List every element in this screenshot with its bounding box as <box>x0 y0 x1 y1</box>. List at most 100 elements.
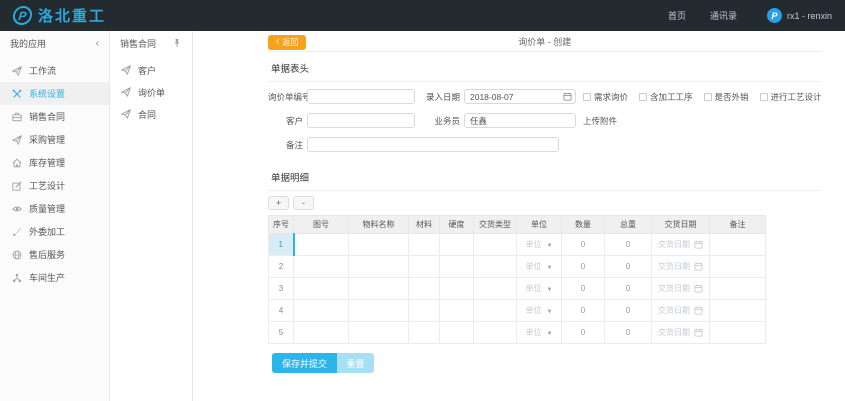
cell-quantity[interactable]: 0 <box>562 278 605 300</box>
save-submit-button[interactable]: 保存并提交 <box>272 353 337 373</box>
cell-material-name[interactable] <box>349 278 409 300</box>
cell-material-name[interactable] <box>349 322 409 344</box>
topnav-contacts[interactable]: 通讯录 <box>710 9 737 22</box>
cell-remark[interactable] <box>710 322 766 344</box>
upload-attachment-link[interactable]: 上传附件 <box>583 115 617 127</box>
cell-drawing-no[interactable] <box>294 300 349 322</box>
submenu-item-customer[interactable]: 客户 <box>110 59 192 81</box>
column-header: 单位 <box>517 216 562 234</box>
cell-material[interactable] <box>409 300 440 322</box>
checkbox-box[interactable] <box>639 93 647 101</box>
calendar-icon <box>694 306 703 315</box>
submenu-item-inquiry[interactable]: 询价单 <box>110 81 192 103</box>
sidebar-item-workflow[interactable]: 工作流 <box>0 59 109 82</box>
cell-material[interactable] <box>409 278 440 300</box>
unit-select[interactable]: 单位▼ <box>517 256 562 278</box>
unit-select[interactable]: 单位▼ <box>517 300 562 322</box>
row-seq: 1 <box>269 234 294 256</box>
cell-remark[interactable] <box>710 234 766 256</box>
nodes-icon <box>12 273 22 283</box>
column-header: 总重 <box>605 216 652 234</box>
cell-remark[interactable] <box>710 278 766 300</box>
sidebar-item-sales-contract[interactable]: 销售合同 <box>0 105 109 128</box>
cell-delivery-type[interactable] <box>474 300 517 322</box>
checkbox-box[interactable] <box>760 93 768 101</box>
caret-down-icon: ▼ <box>547 243 553 249</box>
cell-material-name[interactable] <box>349 300 409 322</box>
sidebar-item-inventory-mgmt[interactable]: 库存管理 <box>0 151 109 174</box>
inquiry-no-input[interactable] <box>307 89 415 104</box>
cell-delivery-type[interactable] <box>474 322 517 344</box>
calendar-icon[interactable] <box>563 92 572 101</box>
sidebar-item-process-design[interactable]: 工艺设计 <box>0 174 109 197</box>
paper-plane-icon <box>121 109 131 119</box>
cell-material[interactable] <box>409 234 440 256</box>
cell-total-weight[interactable]: 0 <box>605 300 652 322</box>
cell-drawing-no[interactable] <box>294 278 349 300</box>
remark-input[interactable] <box>307 137 559 152</box>
submenu-item-contract[interactable]: 合同 <box>110 103 192 125</box>
cell-total-weight[interactable]: 0 <box>605 256 652 278</box>
pin-icon[interactable] <box>172 38 182 48</box>
reset-button[interactable]: 重置 <box>337 353 374 373</box>
cell-material-name[interactable] <box>349 234 409 256</box>
cell-material-name[interactable] <box>349 256 409 278</box>
cell-delivery-type[interactable] <box>474 278 517 300</box>
briefcase-icon <box>12 112 22 122</box>
sidebar-item-outsourcing[interactable]: 外委加工 <box>0 220 109 243</box>
cell-total-weight[interactable]: 0 <box>605 234 652 256</box>
cell-delivery-date[interactable]: 交货日期 <box>652 256 710 278</box>
unit-select[interactable]: 单位 ▼ <box>517 278 562 300</box>
sidebar-item-quality-mgmt[interactable]: 质量管理 <box>0 197 109 220</box>
cell-total-weight[interactable]: 0 <box>605 278 652 300</box>
cell-hardness[interactable] <box>440 278 474 300</box>
cell-delivery-type[interactable] <box>474 256 517 278</box>
checkbox-do-process-design[interactable]: 进行工艺设计 <box>760 91 822 103</box>
add-row-button[interactable]: + <box>268 196 289 210</box>
checkbox-box[interactable] <box>704 93 712 101</box>
checkbox-with-processing[interactable]: 含加工工序 <box>639 91 693 103</box>
cell-hardness[interactable] <box>440 300 474 322</box>
cell-total-weight[interactable]: 0 <box>605 322 652 344</box>
cell-hardness[interactable] <box>440 234 474 256</box>
caret-down-icon: ▼ <box>547 287 553 293</box>
checkbox-export-sale[interactable]: 是否外销 <box>704 91 749 103</box>
cell-quantity[interactable]: 0 <box>562 322 605 344</box>
collapse-sidebar-icon[interactable]: ‹ <box>96 38 99 49</box>
checkbox-demand-inquiry[interactable]: 需求询价 <box>583 91 628 103</box>
sidebar-item-after-sales[interactable]: 售后服务 <box>0 243 109 266</box>
sidebar-item-purchase-mgmt[interactable]: 采购管理 <box>0 128 109 151</box>
remove-row-button[interactable]: - <box>293 196 314 210</box>
unit-placeholder: 单位 <box>526 284 542 293</box>
sidebar-item-workshop-production[interactable]: 车间生产 <box>0 266 109 289</box>
cell-delivery-date[interactable]: 交货日期 <box>652 322 710 344</box>
unit-select[interactable]: 单位▼ <box>517 234 562 256</box>
cell-material[interactable] <box>409 322 440 344</box>
cell-quantity[interactable]: 0 <box>562 300 605 322</box>
cell-delivery-type[interactable] <box>474 234 517 256</box>
user-menu[interactable]: P rx1 - renxin <box>767 8 832 23</box>
cell-remark[interactable] <box>710 300 766 322</box>
checkbox-box[interactable] <box>583 93 591 101</box>
salesman-input[interactable] <box>464 113 576 128</box>
entry-date-input[interactable] <box>464 89 576 104</box>
sidebar-item-system-settings[interactable]: 系统设置 <box>0 82 109 105</box>
unit-select[interactable]: 单位▼ <box>517 322 562 344</box>
cell-drawing-no[interactable] <box>294 256 349 278</box>
cell-remark[interactable] <box>710 256 766 278</box>
cell-drawing-no[interactable] <box>294 322 349 344</box>
cell-quantity[interactable]: 0 <box>562 234 605 256</box>
user-avatar: P <box>767 8 782 23</box>
row-seq: 3 <box>269 278 294 300</box>
cell-hardness[interactable] <box>440 256 474 278</box>
submenu-item-label: 询价单 <box>138 86 165 99</box>
topnav-home[interactable]: 首页 <box>668 9 686 22</box>
customer-input[interactable] <box>307 113 415 128</box>
cell-material[interactable] <box>409 256 440 278</box>
cell-delivery-date[interactable]: 交货日期 <box>652 300 710 322</box>
cell-delivery-date[interactable]: 交货日期 <box>652 234 710 256</box>
cell-delivery-date[interactable]: 交货日期 <box>652 278 710 300</box>
cell-drawing-no[interactable] <box>294 234 349 256</box>
cell-quantity[interactable]: 0 <box>562 256 605 278</box>
cell-hardness[interactable] <box>440 322 474 344</box>
